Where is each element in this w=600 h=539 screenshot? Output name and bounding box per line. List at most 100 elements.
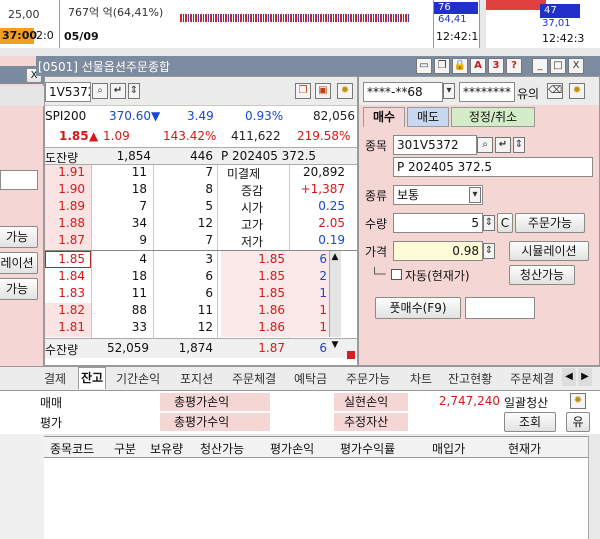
tab-orderable[interactable]: 주문가능: [346, 370, 390, 387]
password-field[interactable]: ********: [459, 82, 515, 102]
col-eval-rate[interactable]: 평가수익률: [340, 440, 395, 457]
orderbook-icon-2[interactable]: ▣: [315, 83, 331, 99]
code-spin-icon[interactable]: ⇕: [128, 83, 140, 99]
ask-price[interactable]: 1.88: [45, 216, 85, 230]
left-field[interactable]: [0, 170, 38, 190]
price-spin-icon[interactable]: ⇕: [483, 243, 495, 259]
tab-sell[interactable]: 매도: [407, 107, 449, 127]
query-button[interactable]: 조회: [504, 412, 556, 432]
window-maximize-icon[interactable]: □: [550, 58, 566, 74]
type-dropdown-icon[interactable]: ▾: [469, 187, 481, 203]
liquidation-button[interactable]: 청산가능: [509, 265, 575, 285]
left-button-3[interactable]: 가능: [0, 278, 38, 300]
continue-button[interactable]: 유: [566, 412, 590, 432]
buy-extra-field[interactable]: [465, 297, 535, 319]
ask-price[interactable]: 1.87: [45, 233, 85, 247]
window-close-icon[interactable]: X: [568, 58, 584, 74]
tab-next-icon[interactable]: ▶: [578, 368, 592, 386]
order-code-input[interactable]: 301V5372: [393, 135, 477, 155]
code-search-icon[interactable]: ⌕: [92, 83, 108, 99]
col-eval-pl[interactable]: 평가손익: [270, 440, 314, 457]
col-type[interactable]: 구분: [114, 440, 136, 457]
qty-spin-icon[interactable]: ⇕: [483, 215, 495, 231]
tab-order-exec[interactable]: 주문체결: [232, 370, 276, 387]
mid-value-1: 76: [434, 2, 478, 14]
col-code[interactable]: 종목코드: [50, 440, 94, 457]
liquidate-all-button[interactable]: 일괄청산: [504, 394, 548, 411]
account-dropdown-icon[interactable]: ▾: [443, 83, 455, 99]
window-three-icon[interactable]: 3: [488, 58, 504, 74]
ask-price[interactable]: 1.89: [45, 199, 85, 213]
order-erase-icon[interactable]: ⌫: [547, 83, 563, 99]
order-gear-icon[interactable]: ✹: [569, 83, 585, 99]
tab-position[interactable]: 포지션: [180, 370, 213, 387]
ask-qty: 18: [131, 182, 147, 196]
account-field[interactable]: ****-**68: [363, 82, 443, 102]
scroll-down-icon[interactable]: ▼: [329, 339, 341, 351]
order-name-field: P 202405 372.5: [393, 157, 593, 177]
orderbook-panel: 1V5372 ⌕ ↵ ⇕ ❐ ▣ ✹ SPI200 370.60 ▼ 3.49 …: [44, 76, 358, 366]
col-current-price[interactable]: 현재가: [508, 440, 541, 457]
col-holding[interactable]: 보유량: [150, 440, 183, 457]
summary-gear-icon[interactable]: ✹: [570, 393, 586, 409]
bid-price[interactable]: 1.82: [45, 303, 85, 317]
option-rate2: 219.58%: [297, 129, 351, 143]
order-search-icon[interactable]: ⌕: [477, 137, 493, 153]
order-enter-icon[interactable]: ↵: [495, 137, 511, 153]
bid-price[interactable]: 1.81: [45, 320, 85, 334]
mid-time: 12:42:1: [436, 30, 479, 43]
window-copy-icon[interactable]: ❐: [434, 58, 450, 74]
orderbook-gear-icon[interactable]: ✹: [337, 83, 353, 99]
code-input[interactable]: 1V5372: [45, 82, 91, 102]
orderbook-icon-1[interactable]: ❐: [295, 83, 311, 99]
kospi-down-icon: ▼: [151, 109, 161, 123]
grid-scrollbar[interactable]: [588, 436, 600, 539]
ask-price[interactable]: 1.91: [45, 165, 85, 179]
tab-balance-status[interactable]: 잔고현황: [448, 370, 492, 387]
background-window-mid: 76 64,41 12:42:1: [434, 0, 480, 48]
window-lock-icon[interactable]: 🔒: [452, 58, 468, 74]
clear-button[interactable]: C: [497, 213, 513, 233]
col-buy-price[interactable]: 매입가: [432, 440, 465, 457]
tab-order-exec-2[interactable]: 주문체결: [510, 370, 554, 387]
simulation-button[interactable]: 시뮬레이션: [509, 241, 589, 261]
bid-price[interactable]: 1.84: [45, 269, 85, 283]
left-button-2[interactable]: 레이션: [0, 252, 38, 274]
col-liquidable[interactable]: 청산가능: [200, 440, 244, 457]
orderable-button[interactable]: 주문가능: [515, 213, 585, 233]
window-layout-icon[interactable]: ▭: [416, 58, 432, 74]
type-label: 종류: [365, 189, 388, 203]
bid-price[interactable]: 1.85: [45, 252, 85, 266]
scroll-up-icon[interactable]: ▲: [329, 251, 341, 263]
grid-body: [44, 458, 588, 539]
window-font-icon[interactable]: A: [470, 58, 486, 74]
bid-cnt: 12: [197, 320, 213, 334]
auto-checkbox[interactable]: [391, 269, 402, 280]
tab-prev-icon[interactable]: ◀: [562, 368, 576, 386]
price-input[interactable]: 0.98: [393, 241, 483, 261]
tab-modify-cancel[interactable]: 정정/취소: [451, 107, 535, 127]
bid-cnt: 11: [197, 303, 213, 317]
tab-deposit[interactable]: 예탁금: [294, 370, 327, 387]
total-eval-pl-label: 총평가손익: [160, 393, 270, 411]
tab-period-pl[interactable]: 기간손익: [116, 370, 160, 387]
qty-input[interactable]: 5: [393, 213, 483, 233]
put-buy-button[interactable]: 풋매수(F9): [375, 297, 461, 319]
bid-price[interactable]: 1.83: [45, 286, 85, 300]
tab-buy[interactable]: 매수: [363, 107, 405, 127]
tab-chart[interactable]: 차트: [410, 370, 432, 387]
tab-settlement[interactable]: 결제: [44, 370, 66, 387]
code-enter-icon[interactable]: ↵: [110, 83, 126, 99]
left-panel: X 가능 레이션 가능: [0, 56, 44, 539]
left-button-1[interactable]: 가능: [0, 226, 38, 248]
tick-scrollbar[interactable]: [329, 251, 341, 337]
orderbook-header-label: 도잔량: [45, 151, 79, 165]
order-spin-icon[interactable]: ⇕: [513, 137, 525, 153]
info-value: 0.25: [318, 199, 345, 213]
ask-cnt: 8: [205, 182, 213, 196]
bid-qty: 33: [131, 320, 147, 334]
ask-price[interactable]: 1.90: [45, 182, 85, 196]
window-minimize-icon[interactable]: _: [532, 58, 548, 74]
window-help-icon[interactable]: ?: [506, 58, 522, 74]
tab-balance[interactable]: 잔고: [78, 367, 106, 389]
